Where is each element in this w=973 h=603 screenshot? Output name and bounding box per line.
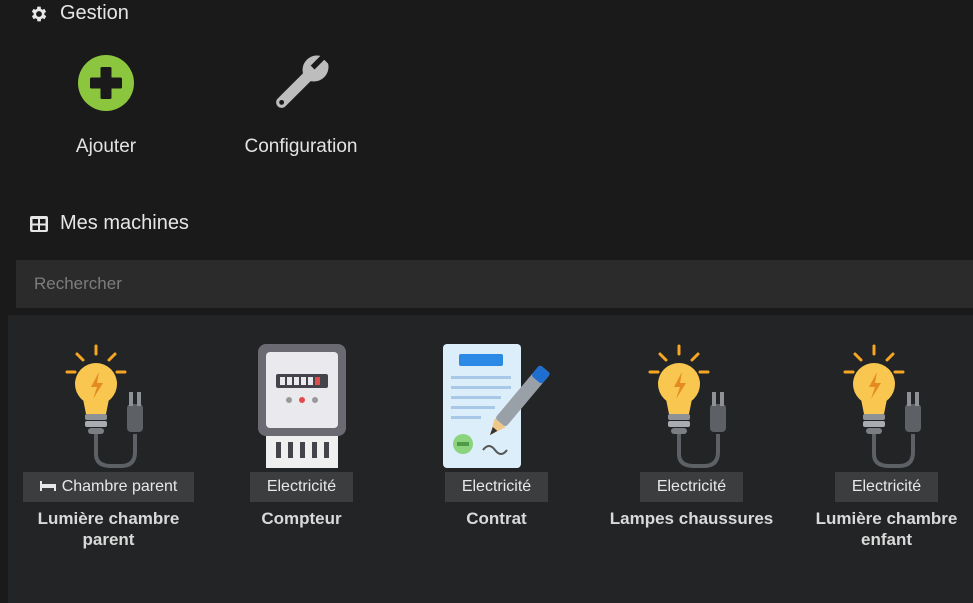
- configuration-button[interactable]: Configuration: [230, 50, 372, 158]
- wrench-icon: [270, 52, 332, 119]
- gear-icon: [28, 3, 50, 25]
- category-badge: Electricité: [444, 472, 549, 502]
- configuration-label: Configuration: [244, 136, 358, 157]
- machine-name: Lumière chambre enfant: [815, 509, 958, 549]
- badge-label: Electricité: [656, 478, 727, 495]
- machine-name: Contrat: [466, 509, 527, 528]
- gestion-header: Gestion: [28, 2, 129, 25]
- lightbulb-plug-icon: [59, 342, 159, 472]
- machine-card[interactable]: Electricité Lumière chambre enfant: [789, 315, 973, 550]
- machines-grid: Chambre parent Lumière chambre parent El: [8, 315, 973, 603]
- machine-card[interactable]: Electricité Compteur: [204, 315, 399, 529]
- lightbulb-plug-icon: [837, 342, 937, 472]
- badge-label: Chambre parent: [61, 478, 178, 495]
- badge-label: Electricité: [266, 478, 337, 495]
- category-badge: Electricité: [639, 472, 744, 502]
- grid-table-icon: [28, 213, 50, 235]
- add-label: Ajouter: [75, 136, 137, 157]
- category-badge: Electricité: [249, 472, 354, 502]
- machine-name: Compteur: [261, 509, 342, 528]
- gestion-title: Gestion: [60, 2, 129, 24]
- machine-name: Lampes chaussures: [609, 509, 774, 528]
- machines-title: Mes machines: [60, 212, 189, 234]
- lightbulb-plug-icon: [642, 342, 742, 472]
- add-button[interactable]: Ajouter: [56, 50, 156, 158]
- machine-card[interactable]: Electricité Contrat: [399, 315, 594, 529]
- search-input[interactable]: [16, 260, 973, 308]
- bed-icon: [39, 472, 56, 502]
- room-badge: Chambre parent: [22, 472, 195, 502]
- plus-circle-icon: [77, 54, 135, 117]
- badge-label: Electricité: [851, 478, 922, 495]
- machine-card[interactable]: Chambre parent Lumière chambre parent: [11, 315, 206, 550]
- machine-name: Lumière chambre parent: [37, 509, 180, 549]
- contract-pen-icon: [439, 342, 555, 472]
- machine-card[interactable]: Electricité Lampes chaussures: [594, 315, 789, 529]
- electric-meter-icon: [252, 342, 352, 472]
- badge-label: Electricité: [461, 478, 532, 495]
- category-badge: Electricité: [834, 472, 939, 502]
- machines-header: Mes machines: [28, 212, 189, 235]
